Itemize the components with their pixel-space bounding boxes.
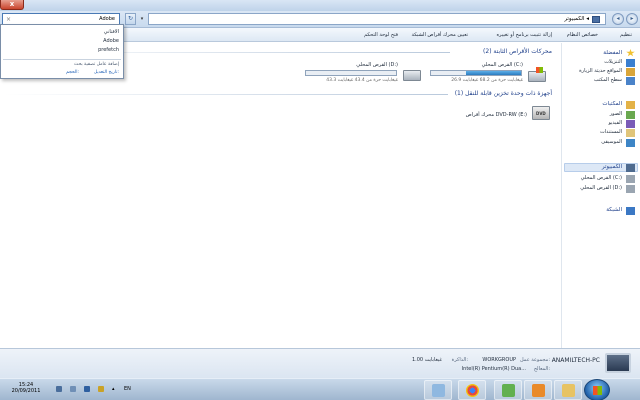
star-icon — [626, 49, 635, 57]
suggestion-item[interactable]: Adobe — [103, 38, 119, 44]
memory-value: 1.00 غيغابايت — [411, 357, 442, 363]
sidebar-item-computer[interactable]: الكمبيوتر — [602, 164, 622, 170]
forward-button[interactable]: ▸ — [626, 13, 638, 25]
start-button[interactable] — [584, 379, 610, 400]
documents-icon — [626, 129, 635, 137]
clear-search-icon[interactable]: × — [6, 15, 11, 24]
memory-label: الذاكرة: — [451, 357, 468, 363]
processor-value: Intel(R) Pentium(R) Dua... — [461, 366, 526, 372]
drive-c-usage-bar — [430, 70, 522, 76]
dvd-drive-icon — [532, 106, 550, 120]
address-history-button[interactable]: ▾ — [138, 13, 146, 25]
drive-d-name[interactable]: القرص المحلي (D:) — [356, 62, 398, 68]
drive-c-name[interactable]: القرص المحلي (C:) — [482, 62, 523, 68]
sidebar-item-drive-c[interactable]: القرص المحلي (C:) — [581, 175, 622, 181]
sidebar-item-drive-d[interactable]: القرص المحلي (D:) — [580, 185, 622, 191]
media-player-icon — [532, 384, 545, 397]
computer-icon — [592, 16, 600, 23]
action-center-icon[interactable] — [98, 386, 104, 392]
recent-places-icon — [626, 68, 635, 76]
network-status-icon[interactable] — [70, 386, 76, 392]
removable-storage-header[interactable]: أجهزة ذات وحدة تخزين قابلة للنقل (1) — [455, 90, 552, 97]
hard-disks-header[interactable]: محركات الأقراص الثابتة (2) — [483, 48, 552, 55]
sidebar-item-videos[interactable]: الفيديو — [608, 120, 622, 126]
taskbar: 15:24 20/09/2011 ▴ EN — [0, 378, 640, 400]
open-control-panel-button[interactable]: فتح لوحة التحكم — [364, 28, 398, 42]
downloads-icon — [626, 59, 635, 67]
computer-icon — [626, 164, 635, 172]
drive-c-space: 26.9 غيغابايت حرة من 68.2 غيغابايت — [451, 78, 523, 83]
taskbar-app-messenger[interactable] — [494, 380, 522, 400]
sidebar-item-music[interactable]: الموسيقى — [601, 139, 622, 145]
suggestion-item[interactable]: الافتاني — [104, 29, 119, 35]
drive-d-space: 43.3 غيغابايت حرة من 43.4 غيغابايت — [326, 78, 398, 83]
videos-icon — [626, 120, 635, 128]
network-icon — [626, 207, 635, 215]
music-icon — [626, 139, 635, 147]
close-button[interactable]: x — [0, 0, 24, 10]
taskbar-app-media[interactable] — [524, 380, 552, 400]
search-input[interactable] — [25, 15, 115, 24]
computer-name: ANAMILTECH-PC — [551, 357, 600, 364]
favorites-header[interactable]: المفضلة — [603, 50, 622, 56]
title-bar: x — [0, 0, 640, 11]
sidebar-item-pictures[interactable]: الصور — [610, 111, 622, 117]
language-indicator[interactable]: EN — [124, 386, 131, 392]
tray-expand-icon[interactable]: ▴ — [112, 386, 115, 392]
close-icon: x — [9, 0, 15, 8]
sidebar-item-network[interactable]: الشبكة — [606, 207, 622, 213]
chrome-icon — [466, 384, 479, 397]
details-pane: ANAMILTECH-PC مجموعة عمل: WORKGROUP الذا… — [0, 348, 640, 378]
refresh-icon: ↻ — [127, 15, 134, 22]
dvd-drive-name[interactable]: محرك أقراص DVD-RW (E:) — [466, 112, 527, 118]
filter-size[interactable]: الحجم: — [66, 70, 79, 75]
navigation-pane: المفضلة التنزيلات المواقع حديثة الزيارة … — [561, 43, 640, 348]
back-button[interactable]: ◂ — [612, 13, 624, 25]
map-network-drive-button[interactable]: تعيين محرك أقراص الشبكة — [412, 28, 468, 42]
add-search-filter-hint: إضافة عامل تصفية بحث — [74, 62, 119, 67]
windows-logo-icon — [593, 386, 602, 395]
content-pane: محركات الأقراص الثابتة (2) القرص المحلي … — [0, 43, 560, 348]
computer-icon — [605, 353, 631, 373]
desktop-icon — [432, 384, 445, 397]
bluetooth-icon[interactable] — [84, 386, 90, 392]
group-divider — [4, 94, 448, 95]
filter-date-modified[interactable]: تاريخ التعديل: — [94, 70, 119, 75]
address-path[interactable]: الكمبيوتر ◂ — [564, 14, 589, 25]
organize-menu[interactable]: تنظيم — [620, 28, 632, 42]
sidebar-item-downloads[interactable]: التنزيلات — [604, 59, 622, 65]
taskbar-app-chrome[interactable] — [458, 380, 486, 400]
refresh-button[interactable]: ↻ — [125, 13, 136, 25]
pictures-icon — [626, 111, 635, 119]
search-suggestions: الافتاني Adobe prefetch إضافة عامل تصفية… — [0, 24, 124, 79]
clock[interactable]: 15:24 20/09/2011 — [6, 382, 46, 394]
processor-label: المعالج: — [533, 366, 550, 372]
drive-icon — [626, 185, 635, 193]
sidebar-item-documents[interactable]: المستندات — [600, 129, 622, 135]
libraries-header[interactable]: المكتبات — [602, 101, 622, 107]
taskbar-app-explorer[interactable] — [554, 380, 582, 400]
uninstall-program-button[interactable]: إزالة تثبيت برنامج أو تغييره — [496, 28, 552, 42]
system-properties-button[interactable]: خصائص النظام — [567, 28, 598, 42]
libraries-icon — [626, 101, 635, 109]
clock-date: 20/09/2011 — [11, 388, 41, 394]
workgroup-label: مجموعة عمل: — [520, 357, 550, 363]
hard-drive-icon — [528, 67, 546, 82]
sidebar-item-desktop[interactable]: سطح المكتب — [594, 77, 622, 83]
desktop-icon — [626, 77, 635, 85]
suggestion-item[interactable]: prefetch — [98, 47, 119, 53]
address-bar[interactable]: الكمبيوتر ◂ — [148, 13, 606, 25]
drive-icon — [626, 175, 635, 183]
drive-d-usage-bar — [305, 70, 397, 76]
folder-icon — [562, 384, 575, 397]
sidebar-item-recent-places[interactable]: المواقع حديثة الزيارة — [579, 68, 622, 74]
messenger-icon — [502, 384, 515, 397]
workgroup-value: WORKGROUP — [482, 357, 516, 363]
volume-icon[interactable] — [56, 386, 62, 392]
drive-c-usage-fill — [466, 71, 521, 75]
taskbar-app-desktop[interactable] — [424, 380, 452, 400]
hard-drive-icon — [403, 70, 421, 81]
divider — [3, 59, 121, 60]
